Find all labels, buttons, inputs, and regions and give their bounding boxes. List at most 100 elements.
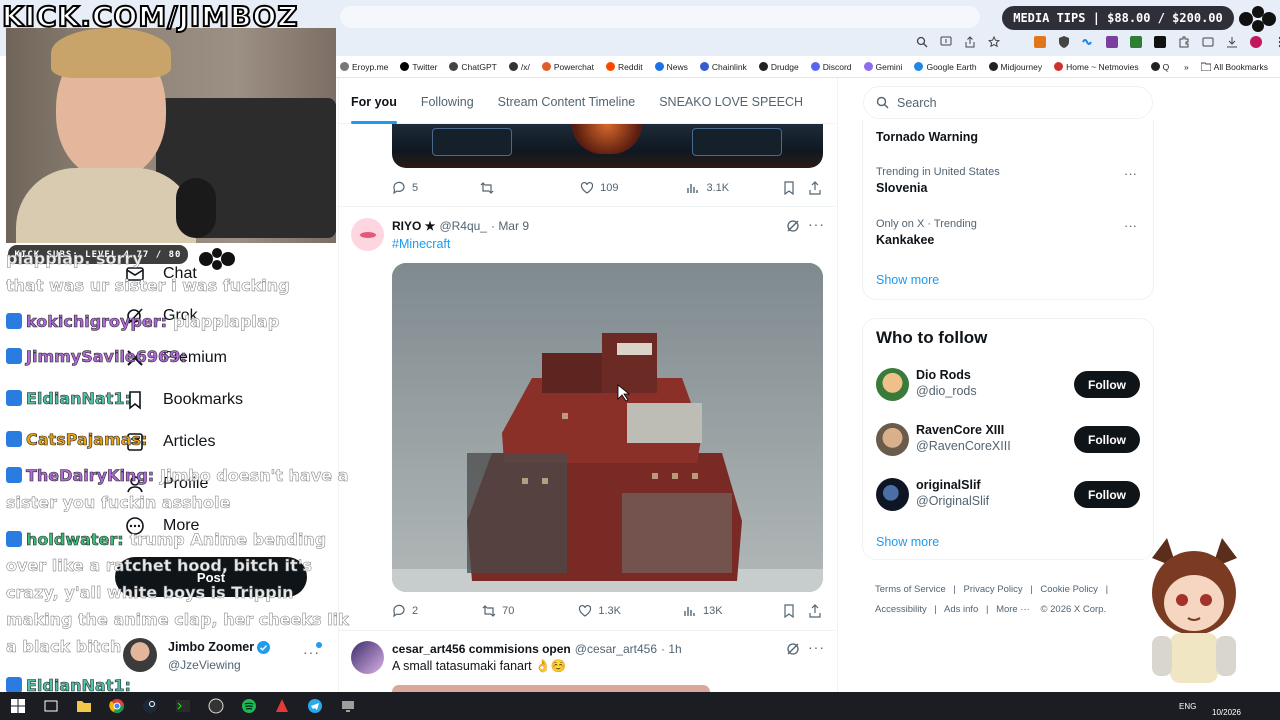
extensions-puzzle-icon[interactable]: [1178, 36, 1190, 48]
avatar[interactable]: [351, 218, 384, 251]
terminal-icon[interactable]: [175, 698, 191, 714]
bookmark-item[interactable]: Powerchat: [541, 62, 594, 72]
search-input[interactable]: Search: [863, 86, 1153, 119]
bookmark-item[interactable]: Drudge: [758, 62, 799, 72]
bookmark-item[interactable]: Eroyp.me: [340, 62, 388, 72]
share-icon[interactable]: [808, 604, 822, 618]
dollar-extension-icon[interactable]: [1130, 36, 1142, 48]
post-author-handle[interactable]: @cesar_art456: [575, 642, 657, 656]
footer-link[interactable]: Terms of Service: [875, 584, 946, 595]
share-icon[interactable]: [964, 36, 976, 48]
bookmark-star-icon[interactable]: [988, 36, 1000, 48]
footer-link[interactable]: Ads info: [944, 604, 978, 615]
file-explorer-icon[interactable]: [76, 698, 92, 714]
trend-item[interactable]: Tornado Warning: [876, 130, 978, 144]
grok-explain-icon[interactable]: [786, 219, 800, 233]
bookmark-item[interactable]: /x/: [508, 62, 530, 72]
trend-item[interactable]: Only on X · Trending Kankakee: [876, 218, 977, 247]
post-more-icon[interactable]: ···: [808, 639, 825, 655]
like-button[interactable]: 1.3K: [578, 604, 621, 618]
footer-link[interactable]: Privacy Policy: [964, 584, 1023, 595]
post-author-handle[interactable]: @R4qu_: [439, 219, 487, 233]
timeline-tab[interactable]: For you: [339, 80, 409, 124]
bookmark-item[interactable]: Discord: [810, 62, 852, 72]
media-control-icon[interactable]: [1202, 36, 1214, 48]
repost-button[interactable]: [480, 181, 500, 195]
bookmark-item[interactable]: Twitter: [400, 62, 437, 72]
task-view-icon[interactable]: [43, 698, 59, 714]
footer-link[interactable]: More ···: [996, 604, 1030, 615]
follow-suggestion[interactable]: Dio Rods @dio_rods Follow: [876, 367, 1141, 403]
timeline-tab[interactable]: SNEAKO LOVE SPEECH: [647, 80, 815, 124]
post-more-icon[interactable]: ···: [808, 216, 825, 232]
language-indicator[interactable]: ENG: [1179, 702, 1196, 711]
post-image[interactable]: [392, 685, 710, 692]
bookmark-icon[interactable]: [782, 181, 796, 195]
bookmarks-overflow[interactable]: »: [1184, 62, 1189, 72]
post-header: cesar_art456 commisions open @cesar_art4…: [392, 642, 682, 656]
all-bookmarks-button[interactable]: All Bookmarks: [1200, 62, 1268, 72]
follow-button[interactable]: Follow: [1074, 481, 1140, 508]
obs-icon[interactable]: [208, 698, 224, 714]
bookmark-item[interactable]: Home ~ Netmovies: [1054, 62, 1139, 72]
follow-button[interactable]: Follow: [1074, 426, 1140, 453]
reply-button[interactable]: 2: [392, 604, 418, 618]
address-bar[interactable]: [340, 6, 980, 28]
like-button[interactable]: 109: [580, 181, 618, 195]
bookmark-icon[interactable]: [782, 604, 796, 618]
bookmark-item[interactable]: Google Earth: [914, 62, 977, 72]
spotify-icon[interactable]: [241, 698, 257, 714]
bookmark-item[interactable]: Chainlink: [699, 62, 747, 72]
trend-name: Slovenia: [876, 181, 928, 195]
bookmark-item[interactable]: ChatGPT: [449, 62, 497, 72]
post-author-name[interactable]: cesar_art456 commisions open: [392, 642, 571, 656]
taskbar-date[interactable]: 10/2026: [1212, 708, 1241, 717]
hashtag-link[interactable]: #Minecraft: [392, 237, 450, 251]
steam-icon[interactable]: [142, 698, 158, 714]
post-timestamp[interactable]: · Mar 9: [491, 219, 529, 233]
who-to-follow-show-more-link[interactable]: Show more: [876, 535, 939, 549]
footer-link[interactable]: Cookie Policy: [1040, 584, 1098, 595]
follow-suggestion[interactable]: originalSlif @OriginalSlif Follow: [876, 477, 1141, 513]
shield-extension-icon[interactable]: [1058, 36, 1070, 48]
previous-post-media[interactable]: [392, 124, 823, 168]
grok-explain-icon[interactable]: [786, 642, 800, 656]
views-button[interactable]: 13K: [683, 604, 723, 618]
monitor-app-icon[interactable]: [340, 698, 356, 714]
wave-extension-icon[interactable]: [1082, 36, 1094, 48]
downloads-icon[interactable]: [1226, 36, 1238, 48]
profile-avatar-icon[interactable]: [1250, 36, 1262, 48]
chrome-icon[interactable]: [109, 698, 125, 714]
install-app-icon[interactable]: [940, 36, 952, 48]
repost-button[interactable]: 70: [482, 604, 514, 618]
windows-start-icon[interactable]: [10, 698, 26, 714]
reply-button[interactable]: 5: [392, 181, 418, 195]
timeline-tab[interactable]: Stream Content Timeline: [486, 80, 648, 124]
follow-suggestion[interactable]: RavenCore XIII @RavenCoreXIII Follow: [876, 422, 1141, 458]
x-extension-icon[interactable]: [1154, 36, 1166, 48]
bookmark-item[interactable]: Midjourney: [988, 62, 1042, 72]
trends-show-more-link[interactable]: Show more: [876, 273, 939, 287]
bookmark-item[interactable]: Reddit: [606, 62, 643, 72]
purple-extension-icon[interactable]: [1106, 36, 1118, 48]
follow-button[interactable]: Follow: [1074, 371, 1140, 398]
bookmark-item[interactable]: News: [654, 62, 688, 72]
bookmark-item[interactable]: Q: [1150, 62, 1169, 72]
trend-item[interactable]: Trending in United States Slovenia: [876, 166, 1000, 195]
post-actions: 5 109 3.1K: [392, 180, 822, 196]
trend-more-icon[interactable]: ···: [1124, 218, 1137, 233]
kebab-menu-icon[interactable]: [1274, 36, 1280, 48]
red-app-icon[interactable]: [274, 698, 290, 714]
metamask-extension-icon[interactable]: [1034, 36, 1046, 48]
views-button[interactable]: 3.1K: [686, 181, 729, 195]
post-timestamp[interactable]: · 1h: [661, 642, 682, 656]
telegram-icon[interactable]: [307, 698, 323, 714]
zoom-icon[interactable]: [916, 36, 928, 48]
post-image-minecraft[interactable]: [392, 263, 823, 592]
share-icon[interactable]: [808, 181, 822, 195]
footer-link[interactable]: Accessibility: [875, 604, 927, 615]
timeline-tab[interactable]: Following: [409, 80, 486, 124]
post-author-name[interactable]: RIYO ★: [392, 219, 435, 233]
bookmark-item[interactable]: Gemini: [863, 62, 902, 72]
trend-more-icon[interactable]: ···: [1124, 166, 1137, 181]
